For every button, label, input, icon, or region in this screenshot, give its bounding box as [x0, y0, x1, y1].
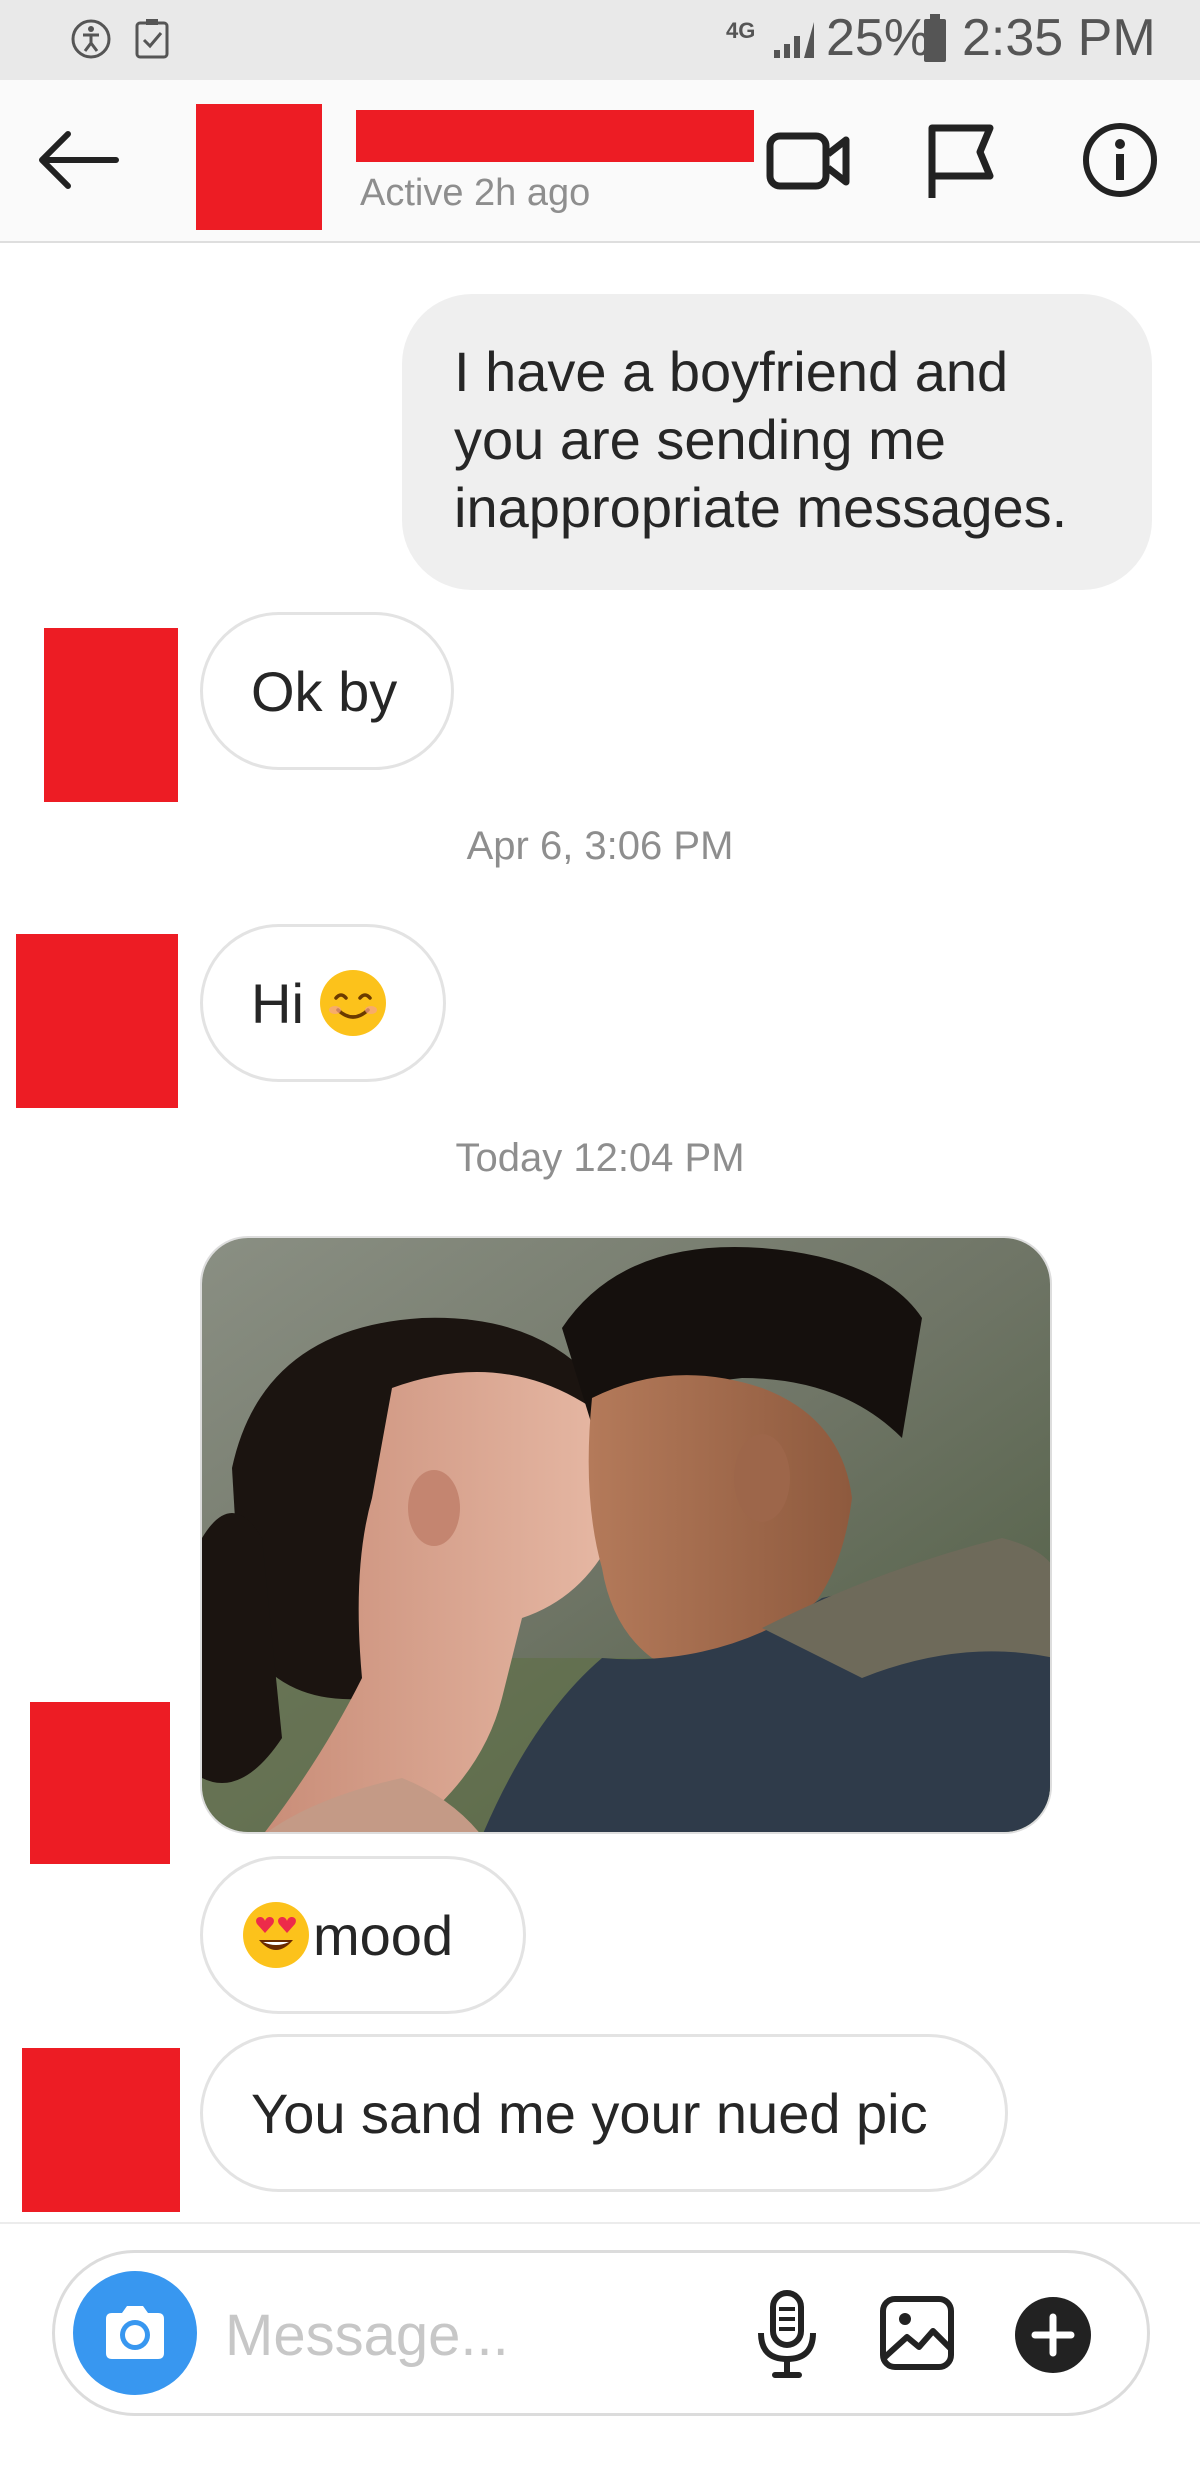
photo-image	[202, 1238, 1050, 1832]
chat-header: Active 2h ago	[0, 80, 1200, 243]
timestamp: Apr 6, 3:06 PM	[466, 824, 734, 868]
received-message[interactable]: Ok by	[200, 612, 454, 770]
sent-message[interactable]: I have a boyfriend and you are sending m…	[402, 294, 1152, 590]
flag-icon[interactable]	[924, 122, 996, 200]
message-composer	[52, 2250, 1150, 2416]
sender-avatar-redacted[interactable]	[16, 934, 178, 1108]
heart-eyes-emoji	[243, 1902, 309, 1968]
dm-screen: 4G 25% 2:35 PM Active 2h ago I have a bo…	[0, 0, 1200, 2467]
battery-percent: 25%	[826, 9, 931, 67]
info-icon[interactable]	[1080, 120, 1160, 200]
message-text: You sand me your nued pic	[251, 2081, 928, 2145]
microphone-icon[interactable]	[755, 2289, 819, 2381]
sent-message-line: I have a boyfriend and	[454, 340, 1009, 403]
battery-icon	[924, 14, 946, 62]
clock: 2:35 PM	[962, 9, 1156, 67]
avatar-redacted[interactable]	[196, 104, 322, 230]
add-button-icon[interactable]	[1013, 2295, 1093, 2375]
received-message[interactable]: Hi	[200, 924, 446, 1082]
back-arrow-icon[interactable]	[36, 130, 120, 190]
message-text: Hi	[251, 971, 304, 1035]
received-photo[interactable]	[200, 1236, 1052, 1834]
message-text: Ok by	[251, 659, 398, 723]
active-status: Active 2h ago	[360, 172, 591, 214]
sender-avatar-redacted[interactable]	[44, 628, 178, 802]
sender-avatar-redacted[interactable]	[30, 1702, 170, 1864]
signal-icon	[774, 22, 814, 58]
composer-divider	[0, 2222, 1200, 2224]
sender-avatar-redacted[interactable]	[22, 2048, 180, 2212]
checklist-icon	[135, 19, 169, 59]
message-text: mood	[313, 1903, 454, 1967]
sent-message-line: you are sending me	[454, 408, 946, 471]
username-redacted[interactable]	[356, 110, 754, 162]
message-input[interactable]	[225, 2293, 785, 2377]
network-type: 4G	[726, 18, 756, 43]
accessibility-icon	[71, 19, 111, 59]
smiling-face-emoji	[319, 970, 386, 1036]
camera-button[interactable]	[73, 2271, 197, 2395]
sent-message-line: inappropriate messages.	[454, 476, 1068, 539]
status-bar: 4G 25% 2:35 PM	[0, 0, 1200, 80]
video-call-icon[interactable]	[766, 128, 850, 194]
received-message[interactable]: mood	[200, 1856, 526, 2014]
received-message[interactable]: You sand me your nued pic	[200, 2034, 1008, 2192]
camera-icon	[106, 2306, 164, 2359]
timestamp: Today 12:04 PM	[455, 1136, 745, 1180]
gallery-icon[interactable]	[879, 2295, 955, 2371]
